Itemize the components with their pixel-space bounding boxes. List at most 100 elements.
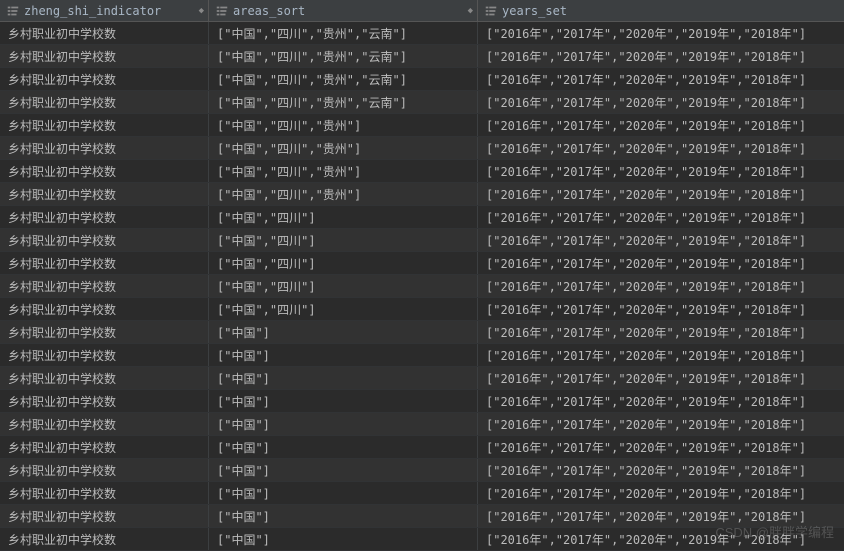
- table-row[interactable]: 乡村职业初中学校数["中国"]["2016年","2017年","2020年",…: [0, 367, 844, 390]
- cell-indicator[interactable]: 乡村职业初中学校数: [0, 137, 209, 159]
- cell-years[interactable]: ["2016年","2017年","2020年","2019年","2018年"…: [478, 114, 844, 136]
- cell-areas[interactable]: ["中国"]: [209, 459, 478, 481]
- cell-years[interactable]: ["2016年","2017年","2020年","2019年","2018年"…: [478, 229, 844, 251]
- table-row[interactable]: 乡村职业初中学校数["中国","四川","贵州","云南"]["2016年","…: [0, 91, 844, 114]
- cell-areas[interactable]: ["中国"]: [209, 436, 478, 458]
- cell-indicator[interactable]: 乡村职业初中学校数: [0, 321, 209, 343]
- cell-years[interactable]: ["2016年","2017年","2020年","2019年","2018年"…: [478, 482, 844, 504]
- cell-areas[interactable]: ["中国","四川","贵州"]: [209, 183, 478, 205]
- cell-areas[interactable]: ["中国","四川","贵州"]: [209, 137, 478, 159]
- cell-years[interactable]: ["2016年","2017年","2020年","2019年","2018年"…: [478, 137, 844, 159]
- sort-icon[interactable]: ◆: [199, 6, 204, 16]
- table-row[interactable]: 乡村职业初中学校数["中国"]["2016年","2017年","2020年",…: [0, 459, 844, 482]
- table-row[interactable]: 乡村职业初中学校数["中国"]["2016年","2017年","2020年",…: [0, 505, 844, 528]
- table-row[interactable]: 乡村职业初中学校数["中国","四川","贵州"]["2016年","2017年…: [0, 160, 844, 183]
- cell-indicator[interactable]: 乡村职业初中学校数: [0, 275, 209, 297]
- cell-indicator[interactable]: 乡村职业初中学校数: [0, 390, 209, 412]
- cell-areas[interactable]: ["中国","四川","贵州","云南"]: [209, 45, 478, 67]
- cell-years[interactable]: ["2016年","2017年","2020年","2019年","2018年"…: [478, 528, 844, 550]
- cell-indicator[interactable]: 乡村职业初中学校数: [0, 367, 209, 389]
- cell-indicator[interactable]: 乡村职业初中学校数: [0, 298, 209, 320]
- cell-years[interactable]: ["2016年","2017年","2020年","2019年","2018年"…: [478, 459, 844, 481]
- cell-indicator[interactable]: 乡村职业初中学校数: [0, 160, 209, 182]
- cell-areas[interactable]: ["中国"]: [209, 390, 478, 412]
- table-row[interactable]: 乡村职业初中学校数["中国"]["2016年","2017年","2020年",…: [0, 390, 844, 413]
- cell-years[interactable]: ["2016年","2017年","2020年","2019年","2018年"…: [478, 344, 844, 366]
- cell-years[interactable]: ["2016年","2017年","2020年","2019年","2018年"…: [478, 183, 844, 205]
- cell-areas[interactable]: ["中国"]: [209, 321, 478, 343]
- table-row[interactable]: 乡村职业初中学校数["中国","四川","贵州","云南"]["2016年","…: [0, 45, 844, 68]
- column-header-years[interactable]: years_set: [478, 0, 844, 21]
- cell-years[interactable]: ["2016年","2017年","2020年","2019年","2018年"…: [478, 298, 844, 320]
- cell-areas[interactable]: ["中国","四川","贵州"]: [209, 160, 478, 182]
- cell-indicator[interactable]: 乡村职业初中学校数: [0, 482, 209, 504]
- cell-indicator[interactable]: 乡村职业初中学校数: [0, 206, 209, 228]
- cell-years[interactable]: ["2016年","2017年","2020年","2019年","2018年"…: [478, 321, 844, 343]
- table-row[interactable]: 乡村职业初中学校数["中国","四川"]["2016年","2017年","20…: [0, 298, 844, 321]
- table-row[interactable]: 乡村职业初中学校数["中国","四川","贵州","云南"]["2016年","…: [0, 68, 844, 91]
- table-row[interactable]: 乡村职业初中学校数["中国","四川"]["2016年","2017年","20…: [0, 252, 844, 275]
- table-row[interactable]: 乡村职业初中学校数["中国","四川"]["2016年","2017年","20…: [0, 275, 844, 298]
- cell-indicator[interactable]: 乡村职业初中学校数: [0, 252, 209, 274]
- column-type-icon: [484, 4, 498, 18]
- table-row[interactable]: 乡村职业初中学校数["中国"]["2016年","2017年","2020年",…: [0, 528, 844, 551]
- table-row[interactable]: 乡村职业初中学校数["中国"]["2016年","2017年","2020年",…: [0, 436, 844, 459]
- cell-areas[interactable]: ["中国","四川"]: [209, 206, 478, 228]
- cell-indicator[interactable]: 乡村职业初中学校数: [0, 459, 209, 481]
- cell-years[interactable]: ["2016年","2017年","2020年","2019年","2018年"…: [478, 367, 844, 389]
- cell-years[interactable]: ["2016年","2017年","2020年","2019年","2018年"…: [478, 22, 844, 44]
- table-row[interactable]: 乡村职业初中学校数["中国","四川"]["2016年","2017年","20…: [0, 229, 844, 252]
- cell-indicator[interactable]: 乡村职业初中学校数: [0, 183, 209, 205]
- cell-areas[interactable]: ["中国","四川","贵州","云南"]: [209, 68, 478, 90]
- cell-areas[interactable]: ["中国"]: [209, 367, 478, 389]
- cell-years[interactable]: ["2016年","2017年","2020年","2019年","2018年"…: [478, 390, 844, 412]
- cell-areas[interactable]: ["中国"]: [209, 528, 478, 550]
- cell-indicator[interactable]: 乡村职业初中学校数: [0, 528, 209, 550]
- cell-areas[interactable]: ["中国","四川","贵州","云南"]: [209, 22, 478, 44]
- column-header-indicator[interactable]: zheng_shi_indicator ◆: [0, 0, 209, 21]
- cell-areas[interactable]: ["中国","四川","贵州","云南"]: [209, 91, 478, 113]
- cell-years[interactable]: ["2016年","2017年","2020年","2019年","2018年"…: [478, 91, 844, 113]
- cell-years[interactable]: ["2016年","2017年","2020年","2019年","2018年"…: [478, 275, 844, 297]
- cell-value: 乡村职业初中学校数: [8, 117, 116, 134]
- cell-indicator[interactable]: 乡村职业初中学校数: [0, 22, 209, 44]
- table-row[interactable]: 乡村职业初中学校数["中国","四川","贵州"]["2016年","2017年…: [0, 183, 844, 206]
- table-row[interactable]: 乡村职业初中学校数["中国","四川","贵州"]["2016年","2017年…: [0, 137, 844, 160]
- cell-indicator[interactable]: 乡村职业初中学校数: [0, 45, 209, 67]
- cell-areas[interactable]: ["中国"]: [209, 482, 478, 504]
- cell-indicator[interactable]: 乡村职业初中学校数: [0, 436, 209, 458]
- cell-areas[interactable]: ["中国"]: [209, 413, 478, 435]
- table-row[interactable]: 乡村职业初中学校数["中国"]["2016年","2017年","2020年",…: [0, 413, 844, 436]
- cell-years[interactable]: ["2016年","2017年","2020年","2019年","2018年"…: [478, 206, 844, 228]
- cell-areas[interactable]: ["中国","四川"]: [209, 275, 478, 297]
- cell-areas[interactable]: ["中国","四川"]: [209, 229, 478, 251]
- cell-value: ["2016年","2017年","2020年","2019年","2018年"…: [486, 347, 806, 364]
- cell-years[interactable]: ["2016年","2017年","2020年","2019年","2018年"…: [478, 160, 844, 182]
- table-row[interactable]: 乡村职业初中学校数["中国","四川","贵州","云南"]["2016年","…: [0, 22, 844, 45]
- cell-years[interactable]: ["2016年","2017年","2020年","2019年","2018年"…: [478, 413, 844, 435]
- table-row[interactable]: 乡村职业初中学校数["中国"]["2016年","2017年","2020年",…: [0, 482, 844, 505]
- cell-indicator[interactable]: 乡村职业初中学校数: [0, 229, 209, 251]
- cell-years[interactable]: ["2016年","2017年","2020年","2019年","2018年"…: [478, 45, 844, 67]
- cell-years[interactable]: ["2016年","2017年","2020年","2019年","2018年"…: [478, 436, 844, 458]
- cell-areas[interactable]: ["中国","四川","贵州"]: [209, 114, 478, 136]
- cell-indicator[interactable]: 乡村职业初中学校数: [0, 344, 209, 366]
- cell-years[interactable]: ["2016年","2017年","2020年","2019年","2018年"…: [478, 505, 844, 527]
- cell-indicator[interactable]: 乡村职业初中学校数: [0, 91, 209, 113]
- table-row[interactable]: 乡村职业初中学校数["中国"] ["2016年","2017年","2020年",…: [0, 344, 844, 367]
- cell-years[interactable]: ["2016年","2017年","2020年","2019年","2018年"…: [478, 68, 844, 90]
- sort-icon[interactable]: ◆: [468, 6, 473, 16]
- table-row[interactable]: 乡村职业初中学校数 ["中国","四川","贵州"]["2016年","2017年…: [0, 114, 844, 137]
- column-header-areas[interactable]: areas_sort ◆: [209, 0, 478, 21]
- cell-years[interactable]: ["2016年","2017年","2020年","2019年","2018年"…: [478, 252, 844, 274]
- cell-indicator[interactable]: 乡村职业初中学校数: [0, 68, 209, 90]
- cell-areas[interactable]: ["中国","四川"]: [209, 252, 478, 274]
- cell-areas[interactable]: ["中国"]: [209, 344, 478, 366]
- cell-indicator[interactable]: 乡村职业初中学校数: [0, 114, 209, 136]
- table-row[interactable]: 乡村职业初中学校数["中国"]["2016年","2017年","2020年",…: [0, 321, 844, 344]
- cell-areas[interactable]: ["中国","四川"]: [209, 298, 478, 320]
- cell-indicator[interactable]: 乡村职业初中学校数: [0, 413, 209, 435]
- cell-indicator[interactable]: 乡村职业初中学校数: [0, 505, 209, 527]
- table-row[interactable]: 乡村职业初中学校数["中国","四川"]["2016年","2017年","20…: [0, 206, 844, 229]
- cell-areas[interactable]: ["中国"]: [209, 505, 478, 527]
